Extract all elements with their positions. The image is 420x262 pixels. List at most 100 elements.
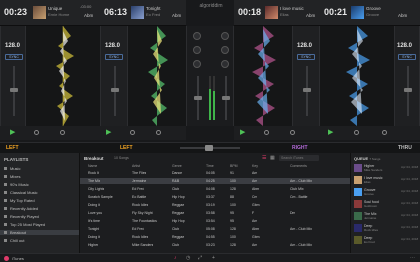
deck-2-sync-button[interactable]: SYNC [105,54,123,60]
table-row[interactable]: Scratch Sample Eo Battle Hip Hop 03:37 88 Cm C… [80,194,350,200]
sidebar-item-music[interactable]: Music [4,166,20,171]
sidebar-item-classical-music[interactable]: Classical Music [4,190,38,195]
deck-2-assign-label[interactable]: LEFT [120,145,133,151]
table-row[interactable]: City Lights Ed Fred Club 04:08 128 Abm Club Mi… [80,186,350,192]
sidebar-item-top-25[interactable]: Top 25 Most Played [4,222,45,227]
table-cell: 03:37 [206,195,215,199]
col-artist[interactable]: Artist [132,164,140,168]
deck-4-waveform[interactable] [320,26,394,126]
mixer-eq-mid-1-knob[interactable] [193,46,201,54]
col-key[interactable]: Key [252,164,258,168]
queue-item[interactable]: The Mix Jermaine Apr 04, 2018 [351,211,420,221]
deck-4-assign-label[interactable]: THRU [398,145,412,151]
sidebar-item-mixes[interactable]: Mixes [4,174,20,179]
deck-4-pitch-thumb[interactable] [404,88,412,92]
table-cell: 91 [230,171,234,175]
history-icon[interactable]: ◷ [186,255,190,261]
deck-3-assign-label[interactable]: RIGHT [292,145,308,151]
table-cell: Higher [88,243,99,247]
table-row[interactable]: The Mix Jermaine R&B 04:25 100 Am Am - Club Mi… [80,178,350,184]
list-view-icon[interactable]: ☰ [262,155,266,161]
deck-2-cue-icon[interactable] [130,130,135,135]
search-input[interactable]: Search iTunes [279,155,319,161]
deck-3-waveform-graphic [252,26,276,126]
playlist-icon[interactable]: ♪ [174,255,177,261]
table-cell: Mike Sanders [132,243,154,247]
mixer-eq-high-2-knob[interactable] [221,32,229,40]
table-row[interactable]: Rock It The Flies Dance 04:05 91 Am [80,170,350,176]
grid-view-icon[interactable]: ▦ [270,155,275,161]
sidebar-item-label: Recently Added [10,206,39,211]
col-time[interactable]: Time [206,164,214,168]
table-cell: Abm [252,187,260,191]
mixer-eq-low-1-knob[interactable] [193,60,201,68]
itunes-label[interactable]: iTunes [12,256,24,261]
table-row[interactable]: Higher Mike Sanders Club 03:23 128 Am Am - Clu… [80,242,350,248]
mixer-volume-2-thumb[interactable] [222,96,230,100]
queue-item[interactable]: Deep Rock Idles Apr 04, 2018 [351,223,420,233]
deck-1-sync-button[interactable]: SYNC [5,54,23,60]
sidebar-item-my-top-rated[interactable]: My Top Rated [4,198,35,203]
table-cell: 128 [230,243,236,247]
deck-3-cue-icon[interactable] [264,130,269,135]
mixer-eq-high-1-knob[interactable] [193,32,201,40]
sidebar-item-recently-added[interactable]: Recently Added [4,206,38,211]
queue-item[interactable]: I love music Elias Apr 04, 2018 [351,175,420,185]
col-name[interactable]: Name [88,164,97,168]
col-comments[interactable]: Comments [290,164,307,168]
deck-3-pitch-thumb[interactable] [303,88,311,92]
table-cell: Eo Battle [132,195,147,199]
deck-3-artwork [265,6,278,19]
queue-item[interactable]: Groove Groove Apr 04, 2018 [351,187,420,197]
deck-1-pitch-thumb[interactable] [10,88,18,92]
table-row[interactable]: Tonight Ed Fred Club 05:08 128 Abm Am - Club M… [80,226,350,232]
sidebar-item-breakout[interactable]: Breakout [0,230,79,235]
deck-3-waveform[interactable] [234,26,292,126]
deck-3-sync-button[interactable]: SYNC [297,54,315,60]
deck-4-play-icon[interactable]: ▶ [328,128,333,136]
sidebar-item-90s-music[interactable]: 90's Music [4,182,29,187]
deck-4-controls: 128.0 SYNC [394,26,420,126]
song-count: 10 Songs [114,156,129,160]
col-bpm[interactable]: BPM [230,164,238,168]
deck-4-cue-icon[interactable] [354,130,359,135]
queue-item-artist: Jermaine [364,216,377,220]
deck-1-loop-icon[interactable] [60,130,65,135]
table-row[interactable]: Doing it Rock Idles Reggae 04:55 100 Gbm [80,234,350,240]
expand-icon[interactable]: ⤢ [198,255,202,261]
crossfader-thumb[interactable] [205,145,213,151]
queue-artwork [354,188,362,196]
deck-3-play-icon[interactable]: ▶ [240,128,245,136]
table-cell: Ed Fred [132,227,145,231]
col-genre[interactable]: Genre [172,164,182,168]
queue-item[interactable]: Deep Eo Fred Apr 04, 2018 [351,235,420,245]
add-icon[interactable]: + [212,255,215,261]
deck-2-loop-icon[interactable] [156,130,161,135]
more-icon[interactable]: ⋯ [410,255,415,261]
deck-2-play-icon[interactable]: ▶ [106,128,111,136]
sidebar-item-recently-played[interactable]: Recently Played [4,214,39,219]
deck-1-assign-label[interactable]: LEFT [6,145,19,151]
table-cell: Cm - Battle [290,195,308,199]
mixer-eq-low-2-knob[interactable] [221,60,229,68]
deck-2-pitch-thumb[interactable] [111,88,119,92]
deck-4-sync-button[interactable]: SYNC [398,54,416,60]
deck-1-cue-icon[interactable] [34,130,39,135]
mixer-eq-mid-2-knob[interactable] [221,46,229,54]
table-row[interactable]: It's time The Fountastics Hip Hop 03:54 95 Am [80,218,350,224]
table-row[interactable]: Love you Fly Sky Night Reggae 03:58 95 F Dm [80,210,350,216]
queue-item[interactable]: Higher Mike Sanders Apr 04, 2018 [351,163,420,173]
deck-2-waveform[interactable] [128,26,186,126]
table-row[interactable]: Doing it Rock Idles Reggae 03:19 100 Gbm [80,202,350,208]
deck-1-play-icon[interactable]: ▶ [10,128,15,136]
table-cell: Am [252,219,258,223]
deck-4-loop-icon[interactable] [382,130,387,135]
queue-item[interactable]: Soul food Goldroom Apr 04, 2018 [351,199,420,209]
deck-3-key: Abm [306,13,316,18]
deck-3-loop-icon[interactable] [290,130,295,135]
table-cell: Ed Fred [132,187,145,191]
mixer-volume-1-thumb[interactable] [194,96,202,100]
deck-1-waveform[interactable] [26,26,100,126]
sidebar-item-chill-out[interactable]: Chill out [4,238,24,243]
queue-panel: QUEUE 7 Songs Higher Mike Sanders Apr 04, … [350,153,420,253]
